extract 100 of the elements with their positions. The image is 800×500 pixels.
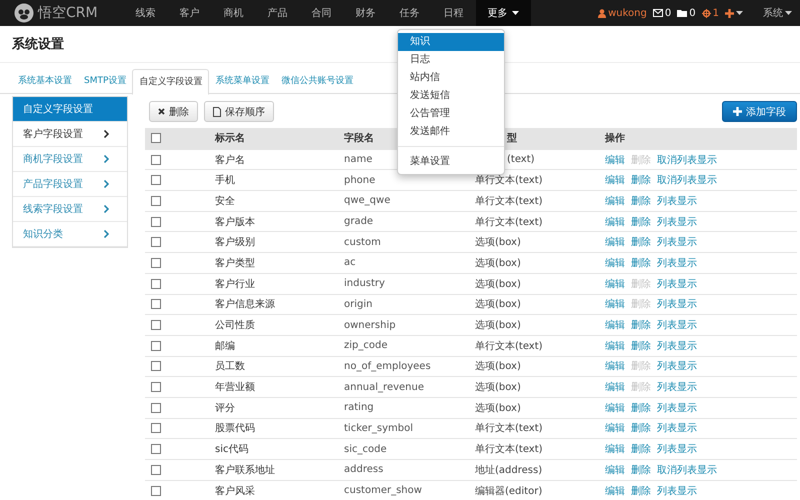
menu-item[interactable]: 日志 (398, 51, 504, 69)
brand-name[interactable]: 悟空CRM (38, 4, 98, 22)
delete-link[interactable]: 删除 (631, 214, 651, 229)
row-checkbox[interactable] (151, 237, 161, 248)
row-checkbox[interactable] (151, 278, 161, 289)
sidebar-item[interactable]: 自定义字段设置 (13, 97, 127, 122)
edit-link[interactable]: 编辑 (605, 462, 625, 477)
list-display-link[interactable]: 列表显示 (657, 380, 697, 394)
save-order-button[interactable]: 保存顺序 (204, 101, 274, 122)
delete-link[interactable]: 删除 (631, 338, 651, 353)
nav-item[interactable]: 产品 (256, 0, 300, 26)
menu-item[interactable]: 菜单设置 (398, 153, 504, 171)
edit-link[interactable]: 编辑 (605, 380, 625, 394)
mail-count[interactable]: 0 (652, 8, 672, 18)
row-checkbox[interactable] (151, 382, 161, 392)
nav-item[interactable]: 合同 (300, 0, 344, 26)
row-checkbox[interactable] (151, 340, 161, 351)
list-display-link[interactable]: 列表显示 (657, 484, 697, 498)
tab[interactable]: 微信公共账号设置 (275, 69, 360, 93)
list-display-link[interactable]: 列表显示 (657, 318, 697, 332)
edit-link[interactable]: 编辑 (605, 400, 625, 415)
nav-item[interactable]: 日程 (432, 0, 476, 26)
menu-item[interactable]: 公告管理 (398, 105, 504, 123)
edit-link[interactable]: 编辑 (605, 194, 625, 208)
row-checkbox[interactable] (151, 486, 161, 496)
menu-item[interactable]: 发送短信 (398, 87, 504, 105)
edit-link[interactable]: 编辑 (605, 421, 625, 436)
row-checkbox[interactable] (151, 423, 161, 434)
list-display-link[interactable]: 列表显示 (657, 235, 697, 250)
edit-link[interactable]: 编辑 (605, 173, 625, 188)
delete-link[interactable]: 删除 (631, 421, 651, 436)
list-display-link[interactable]: 列表显示 (657, 297, 697, 312)
row-checkbox[interactable] (151, 216, 161, 227)
sidebar-item[interactable]: 商机字段设置 (13, 147, 127, 172)
edit-link[interactable]: 编辑 (605, 484, 625, 498)
list-display-link[interactable]: 取消列表显示 (657, 173, 717, 188)
sidebar-item[interactable]: 线索字段设置 (13, 197, 127, 222)
list-display-link[interactable]: 列表显示 (657, 359, 697, 374)
edit-link[interactable]: 编辑 (605, 297, 625, 312)
delete-link[interactable]: 删除 (631, 194, 651, 208)
edit-link[interactable]: 编辑 (605, 442, 625, 456)
system-menu[interactable]: 系统 (763, 6, 792, 20)
menu-item[interactable]: 知识 (398, 33, 504, 51)
list-display-link[interactable]: 列表显示 (657, 400, 697, 415)
nav-item[interactable]: 任务 (388, 0, 432, 26)
list-display-link[interactable]: 列表显示 (657, 442, 697, 456)
row-checkbox[interactable] (151, 196, 161, 206)
menu-item[interactable]: 发送邮件 (398, 123, 504, 141)
delete-link[interactable]: 删除 (631, 318, 651, 332)
row-checkbox[interactable] (151, 299, 161, 310)
list-display-link[interactable]: 列表显示 (657, 421, 697, 436)
row-checkbox[interactable] (151, 444, 161, 454)
user-menu[interactable]: wukong (598, 8, 647, 18)
folder-count[interactable]: 0 (677, 8, 696, 18)
list-display-link[interactable]: 列表显示 (657, 276, 697, 291)
sidebar-item[interactable]: 客户字段设置 (13, 122, 127, 147)
delete-link[interactable]: 删除 (631, 484, 651, 498)
nav-item[interactable]: 财务 (344, 0, 388, 26)
edit-link[interactable]: 编辑 (605, 276, 625, 291)
list-display-link[interactable]: 列表显示 (657, 214, 697, 229)
row-checkbox[interactable] (151, 154, 161, 165)
alert-count[interactable]: 1 (702, 8, 719, 18)
menu-item[interactable]: 站内信 (398, 69, 504, 87)
edit-link[interactable]: 编辑 (605, 214, 625, 229)
row-checkbox[interactable] (151, 402, 161, 413)
sidebar-item[interactable]: 产品字段设置 (13, 172, 127, 197)
nav-item[interactable]: 客户 (168, 0, 212, 26)
tab[interactable]: SMTP设置 (78, 69, 132, 93)
edit-link[interactable]: 编辑 (605, 256, 625, 270)
tab[interactable]: 系统菜单设置 (209, 69, 276, 93)
row-checkbox[interactable] (151, 175, 161, 186)
edit-link[interactable]: 编辑 (605, 235, 625, 250)
list-display-link[interactable]: 列表显示 (657, 338, 697, 353)
delete-button[interactable]: 删除 (149, 101, 198, 122)
sidebar-item[interactable]: 知识分类 (13, 222, 127, 247)
edit-link[interactable]: 编辑 (605, 359, 625, 374)
add-field-button[interactable]: 添加字段 (722, 101, 797, 122)
nav-item[interactable]: 更多 (476, 0, 531, 26)
row-checkbox[interactable] (151, 258, 161, 268)
list-display-link[interactable]: 列表显示 (657, 194, 697, 208)
add-menu[interactable] (725, 8, 743, 18)
select-all-checkbox[interactable] (151, 133, 161, 144)
delete-link[interactable]: 删除 (631, 462, 651, 477)
edit-link[interactable]: 编辑 (605, 152, 625, 167)
list-display-link[interactable]: 取消列表显示 (657, 152, 717, 167)
tab[interactable]: 自定义字段设置 (132, 69, 210, 95)
row-checkbox[interactable] (151, 464, 161, 475)
delete-link[interactable]: 删除 (631, 442, 651, 456)
nav-item[interactable]: 线索 (124, 0, 168, 26)
delete-link[interactable]: 删除 (631, 400, 651, 415)
tab[interactable]: 系统基本设置 (12, 69, 78, 93)
delete-link[interactable]: 删除 (631, 173, 651, 188)
row-checkbox[interactable] (151, 361, 161, 372)
list-display-link[interactable]: 取消列表显示 (657, 462, 717, 477)
nav-item[interactable]: 商机 (212, 0, 256, 26)
delete-link[interactable]: 删除 (631, 256, 651, 270)
edit-link[interactable]: 编辑 (605, 338, 625, 353)
edit-link[interactable]: 编辑 (605, 318, 625, 332)
delete-link[interactable]: 删除 (631, 235, 651, 250)
list-display-link[interactable]: 列表显示 (657, 256, 697, 270)
